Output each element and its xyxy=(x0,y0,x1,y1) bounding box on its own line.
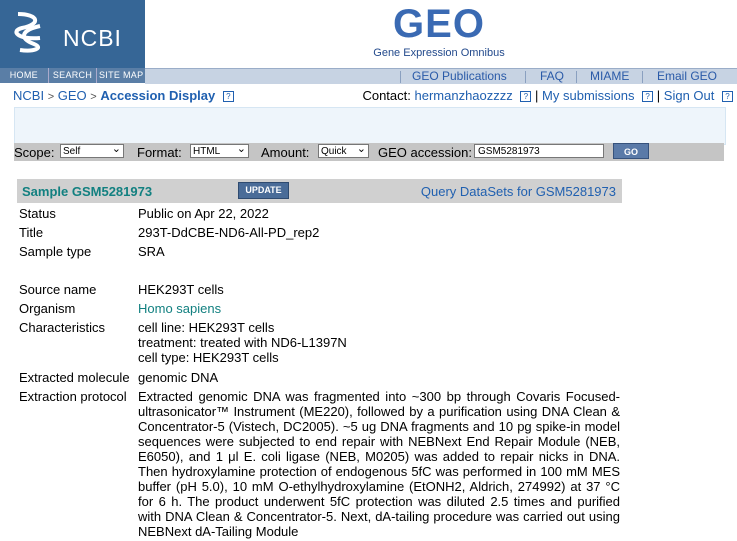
characteristic-line: cell line: HEK293T cells xyxy=(138,320,275,335)
link-miame[interactable]: MIAME xyxy=(590,69,629,84)
help-icon[interactable]: ? xyxy=(722,91,733,103)
format-select[interactable]: HTML xyxy=(190,142,249,158)
organism-link[interactable]: Homo sapiens xyxy=(138,301,620,316)
amount-label: Amount: xyxy=(261,145,310,160)
characteristic-line: treatment: treated with ND6-L1397N xyxy=(138,335,347,350)
scope-select[interactable]: Self xyxy=(60,142,124,158)
ncbi-logo-text: NCBI xyxy=(63,25,122,51)
ncbi-nav: HOME SEARCH SITE MAP xyxy=(0,68,145,83)
ncbi-logo[interactable]: NCBI xyxy=(0,0,145,68)
info-banner xyxy=(14,107,726,145)
nav-home[interactable]: HOME xyxy=(0,68,49,83)
breadcrumb-separator: > xyxy=(47,91,55,103)
go-button[interactable]: GO xyxy=(613,143,649,159)
divider xyxy=(400,71,401,83)
field-label: Extracted molecule xyxy=(19,370,130,385)
sample-title: Sample GSM5281973 xyxy=(22,184,153,199)
nav-search[interactable]: SEARCH xyxy=(49,68,98,83)
my-submissions-link[interactable]: My submissions xyxy=(542,88,634,103)
breadcrumb-current: Accession Display xyxy=(100,88,216,103)
breadcrumb-geo[interactable]: GEO xyxy=(58,88,87,103)
divider xyxy=(525,71,526,83)
geo-logo-text: GEO xyxy=(393,2,485,46)
query-bar: Scope: Self Format: HTML Amount: Quick G… xyxy=(14,142,724,161)
help-icon[interactable]: ? xyxy=(642,91,654,103)
dna-helix-icon xyxy=(14,12,41,53)
field-value: HEK293T cells xyxy=(138,282,224,297)
field-value: SRA xyxy=(138,244,165,259)
field-value: Extracted genomic DNA was fragmented int… xyxy=(138,389,620,539)
scope-label: Scope: xyxy=(14,145,55,160)
sample-header: Sample GSM5281973 UPDATE Query DataSets … xyxy=(17,179,622,203)
amount-select[interactable]: Quick xyxy=(318,142,369,158)
nav-site-map[interactable]: SITE MAP xyxy=(97,68,145,83)
link-geo-publications[interactable]: GEO Publications xyxy=(412,69,507,84)
field-value: genomic DNA xyxy=(138,370,219,385)
sign-out-link[interactable]: Sign Out xyxy=(664,88,715,103)
divider xyxy=(642,71,643,83)
query-datasets-link[interactable]: Query DataSets for GSM5281973 xyxy=(421,184,616,199)
pipe-divider: | xyxy=(535,88,539,103)
field-label: Sample type xyxy=(19,244,92,259)
field-label: Characteristics xyxy=(19,320,105,335)
update-button[interactable]: UPDATE xyxy=(238,182,289,199)
link-faq[interactable]: FAQ xyxy=(540,69,564,84)
top-links-bar: GEO Publications FAQ MIAME Email GEO xyxy=(145,68,737,84)
geo-subtitle: Gene Expression Omnibus xyxy=(373,47,505,59)
accession-label: GEO accession: xyxy=(378,145,472,160)
field-label: Status xyxy=(19,206,56,221)
breadcrumb-separator: > xyxy=(90,91,97,103)
field-value: cell line: HEK293T cells treatment: trea… xyxy=(138,320,620,365)
field-label: Organism xyxy=(19,301,76,316)
contact-label: Contact: xyxy=(362,88,411,103)
contact-user-link[interactable]: hermanzhaozzzz xyxy=(415,88,513,103)
help-icon[interactable]: ? xyxy=(520,91,532,103)
divider xyxy=(576,71,577,83)
accession-input[interactable]: GSM5281973 xyxy=(474,144,604,158)
geo-logo[interactable]: GEO Gene Expression Omnibus xyxy=(372,2,506,64)
format-label: Format: xyxy=(137,145,182,160)
field-label: Source name xyxy=(19,282,97,297)
field-value: 293T-DdCBE-ND6-All-PD_rep2 xyxy=(138,225,320,240)
help-icon[interactable]: ? xyxy=(222,91,234,103)
link-email-geo[interactable]: Email GEO xyxy=(657,69,717,84)
field-label: Extraction protocol xyxy=(19,389,127,404)
field-value: Public on Apr 22, 2022 xyxy=(138,206,269,221)
field-label: Title xyxy=(19,225,44,240)
breadcrumb: NCBI > GEO > Accession Display ? xyxy=(13,88,234,103)
breadcrumb-ncbi[interactable]: NCBI xyxy=(13,88,44,103)
characteristic-line: cell type: HEK293T cells xyxy=(138,350,279,365)
pipe-divider: | xyxy=(656,88,661,103)
contact-area: Contact: hermanzhaozzzz ? | My submissio… xyxy=(362,88,733,103)
